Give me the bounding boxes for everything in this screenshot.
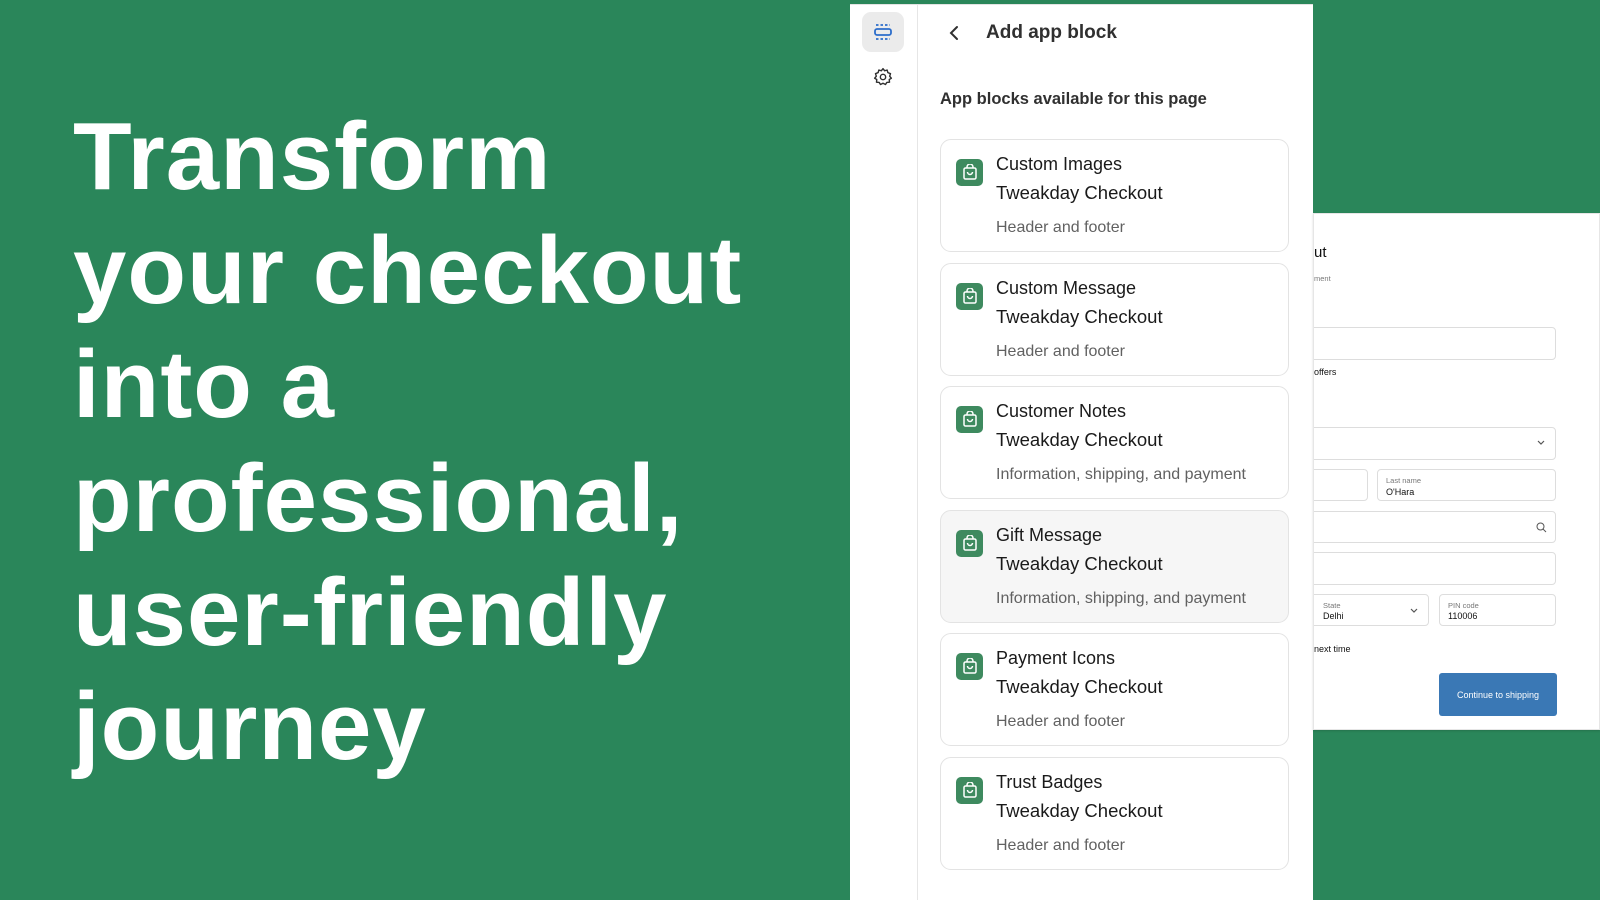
block-target: Header and footer xyxy=(996,342,1125,360)
block-name: Customer Notes xyxy=(996,401,1127,421)
headline-line: Transform xyxy=(73,103,552,210)
app-block-card[interactable]: Customer Notes Tweakday Checkout Informa… xyxy=(940,386,1289,499)
continue-to-shipping-button[interactable]: Continue to shipping xyxy=(1439,673,1557,716)
block-name: Gift Message xyxy=(996,524,1103,545)
panel-title: Add app block xyxy=(986,22,1117,43)
city-field[interactable] xyxy=(1314,552,1556,585)
app-block-card[interactable]: Gift Message Tweakday Checkout Informati… xyxy=(940,509,1289,623)
settings-button[interactable] xyxy=(862,57,904,97)
checkout-title: ut xyxy=(1314,244,1327,261)
shopping-bag-icon xyxy=(956,776,983,804)
block-target: Information, shipping, and payment xyxy=(996,589,1246,607)
first-name-field[interactable] xyxy=(1314,469,1368,501)
headline-line: your checkout xyxy=(73,217,743,324)
block-target: Header and footer xyxy=(996,713,1125,730)
block-target: Header and footer xyxy=(996,219,1125,236)
block-name: Payment Icons xyxy=(996,648,1116,668)
add-app-block-panel: Add app block App blocks available for t… xyxy=(918,4,1313,900)
icon-rail xyxy=(850,4,918,900)
block-app: Tweakday Checkout xyxy=(996,305,1163,327)
chevron-down-icon xyxy=(1410,608,1418,613)
state-select[interactable]: State Delhi xyxy=(1314,594,1429,626)
country-select[interactable] xyxy=(1314,427,1556,460)
block-app: Tweakday Checkout xyxy=(996,676,1163,697)
block-app: Tweakday Checkout xyxy=(996,429,1163,450)
block-name: Trust Badges xyxy=(996,771,1103,792)
block-app: Tweakday Checkout xyxy=(996,552,1163,574)
sections-icon xyxy=(874,24,892,40)
pin-code-label: PIN code xyxy=(1448,601,1479,610)
block-target: Header and footer xyxy=(996,836,1125,854)
search-icon xyxy=(1536,522,1547,533)
pin-code-field[interactable]: PIN code 110006 xyxy=(1439,594,1556,626)
block-target: Information, shipping, and payment xyxy=(996,466,1246,483)
state-label: State xyxy=(1323,601,1341,610)
app-block-card[interactable]: Trust Badges Tweakday Checkout Header an… xyxy=(940,756,1289,870)
app-block-card[interactable]: Custom Message Tweakday Checkout Header … xyxy=(940,262,1289,376)
gear-icon xyxy=(873,67,893,86)
sections-button[interactable] xyxy=(862,12,904,52)
headline: Transform your checkout into a professio… xyxy=(73,100,742,784)
section-heading: App blocks available for this page xyxy=(940,90,1207,108)
last-name-label: Last name xyxy=(1386,476,1422,485)
shopping-bag-icon xyxy=(956,529,983,557)
chevron-left-icon xyxy=(949,26,958,40)
checkout-preview: ut ment offers Last name O'Hara State De… xyxy=(1313,213,1600,730)
checkout-subtitle: ment xyxy=(1314,274,1331,283)
offers-label: offers xyxy=(1314,367,1337,377)
block-app: Tweakday Checkout xyxy=(996,182,1163,203)
hero-banner: Transform your checkout into a professio… xyxy=(0,0,850,900)
last-name-field[interactable]: Last name O'Hara xyxy=(1377,469,1556,501)
block-name: Custom Images xyxy=(996,154,1123,174)
save-info-label: next time xyxy=(1314,644,1351,654)
block-name: Custom Message xyxy=(996,277,1137,298)
app-block-card[interactable]: Custom Images Tweakday Checkout Header a… xyxy=(940,139,1289,252)
shopping-bag-icon xyxy=(956,406,983,433)
chevron-down-icon xyxy=(1537,440,1545,445)
email-field[interactable] xyxy=(1314,327,1556,360)
address-field[interactable] xyxy=(1314,511,1556,543)
headline-line: into a xyxy=(73,331,335,438)
app-block-card[interactable]: Payment Icons Tweakday Checkout Header a… xyxy=(940,633,1289,746)
shopping-bag-icon xyxy=(956,282,983,310)
state-value: Delhi xyxy=(1323,611,1344,621)
pin-code-value: 110006 xyxy=(1448,611,1478,621)
headline-line: user-friendly xyxy=(73,559,668,666)
headline-line: professional, xyxy=(73,445,684,552)
back-button[interactable] xyxy=(944,21,964,45)
shopping-bag-icon xyxy=(956,653,983,680)
last-name-value: O'Hara xyxy=(1386,487,1415,497)
shopping-bag-icon xyxy=(956,159,983,186)
block-app: Tweakday Checkout xyxy=(996,799,1163,821)
headline-line: journey xyxy=(73,673,427,780)
